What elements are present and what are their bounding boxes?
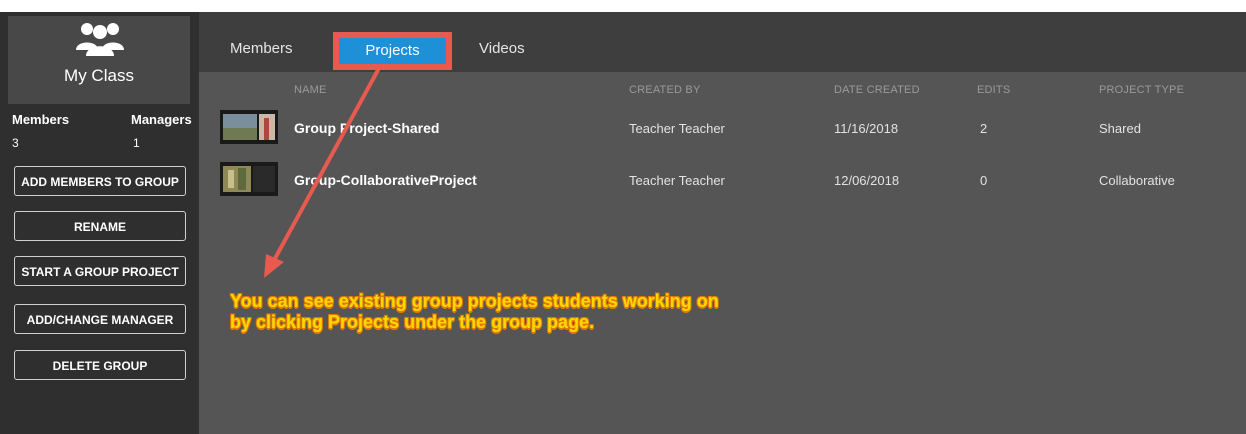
project-name[interactable]: Group Project-Shared (294, 120, 439, 136)
annotation-callout: You can see existing group projects stud… (230, 291, 719, 332)
project-name[interactable]: Group-CollaborativeProject (294, 172, 477, 188)
column-header-name[interactable]: NAME (294, 84, 327, 96)
start-group-project-button[interactable]: START A GROUP PROJECT (14, 256, 186, 286)
project-type: Shared (1099, 121, 1141, 136)
tab-members[interactable]: Members (230, 40, 293, 57)
tab-videos[interactable]: Videos (479, 40, 525, 57)
class-card[interactable]: My Class (8, 16, 190, 104)
column-header-created-by[interactable]: CREATED BY (629, 84, 700, 96)
delete-group-button[interactable]: DELETE GROUP (14, 350, 186, 380)
members-label: Members (12, 112, 70, 127)
members-count: 3 (12, 136, 19, 150)
column-header-edits[interactable]: EDITS (977, 84, 1010, 96)
edits-count: 2 (980, 121, 988, 136)
app-frame: My Class Members Managers 3 1 ADD MEMBER… (0, 12, 1246, 434)
group-icon (76, 23, 124, 56)
tab-projects-highlight: Projects (333, 32, 452, 70)
rename-button[interactable]: RENAME (14, 211, 186, 241)
tab-projects[interactable]: Projects (339, 38, 446, 64)
projects-table: NAME CREATED BY DATE CREATED EDITS PROJE… (199, 72, 1246, 434)
sidebar: My Class Members Managers 3 1 ADD MEMBER… (0, 12, 199, 434)
created-by: Teacher Teacher (629, 173, 725, 188)
class-name: My Class (64, 66, 134, 85)
date-created: 11/16/2018 (834, 121, 899, 136)
column-header-date-created[interactable]: DATE CREATED (834, 84, 920, 96)
column-header-project-type[interactable]: PROJECT TYPE (1099, 84, 1184, 96)
add-change-manager-button[interactable]: ADD/CHANGE MANAGER (14, 304, 186, 334)
project-type: Collaborative (1099, 173, 1175, 188)
table-row[interactable]: Group-CollaborativeProject Teacher Teach… (199, 162, 1246, 202)
project-thumbnail[interactable] (220, 110, 278, 144)
tab-bar: Members Projects Videos (199, 12, 1246, 72)
project-thumbnail[interactable] (220, 162, 278, 196)
date-created: 12/06/2018 (834, 173, 900, 188)
managers-label: Managers (131, 112, 192, 127)
add-members-button[interactable]: ADD MEMBERS TO GROUP (14, 166, 186, 196)
edits-count: 0 (980, 173, 988, 188)
managers-count: 1 (133, 136, 140, 150)
created-by: Teacher Teacher (629, 121, 725, 136)
table-row[interactable]: Group Project-Shared Teacher Teacher 11/… (199, 110, 1246, 150)
